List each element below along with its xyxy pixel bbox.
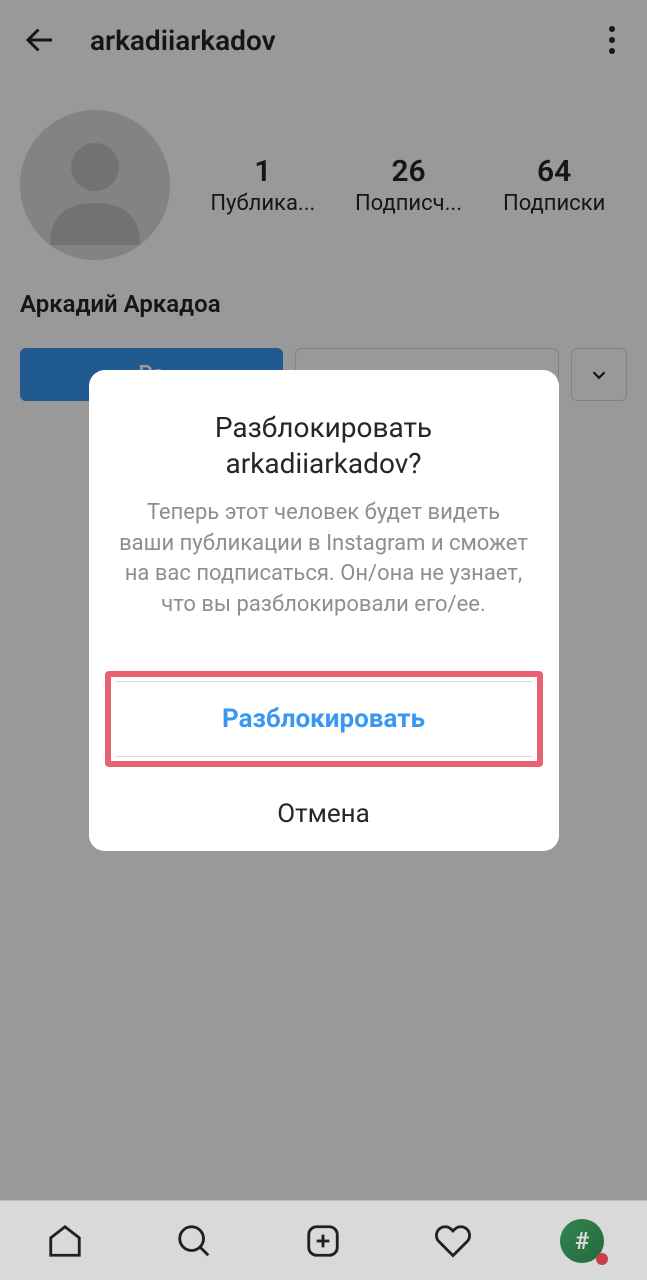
modal-overlay[interactable]: Разблокировать arkadiiarkadov? Теперь эт… [0,0,647,1200]
notification-dot [596,1253,608,1265]
dialog-cancel-button[interactable]: Отмена [89,777,559,851]
unblock-dialog: Разблокировать arkadiiarkadov? Теперь эт… [89,370,559,851]
highlight-annotation: Разблокировать [105,671,543,767]
nav-create[interactable] [298,1216,348,1266]
plus-square-icon [304,1222,342,1260]
nav-activity[interactable] [428,1216,478,1266]
heart-icon [434,1222,472,1260]
profile-avatar-icon: # [560,1219,604,1263]
dialog-title: Разблокировать arkadiiarkadov? [89,370,559,498]
dialog-confirm-button[interactable]: Разблокировать [115,681,533,757]
nav-home[interactable] [40,1216,90,1266]
home-icon [46,1222,84,1260]
dialog-body: Теперь этот человек будет видеть ваши пу… [89,498,559,661]
bottom-nav: # [0,1200,647,1280]
nav-search[interactable] [169,1216,219,1266]
search-icon [175,1222,213,1260]
nav-profile[interactable]: # [557,1216,607,1266]
